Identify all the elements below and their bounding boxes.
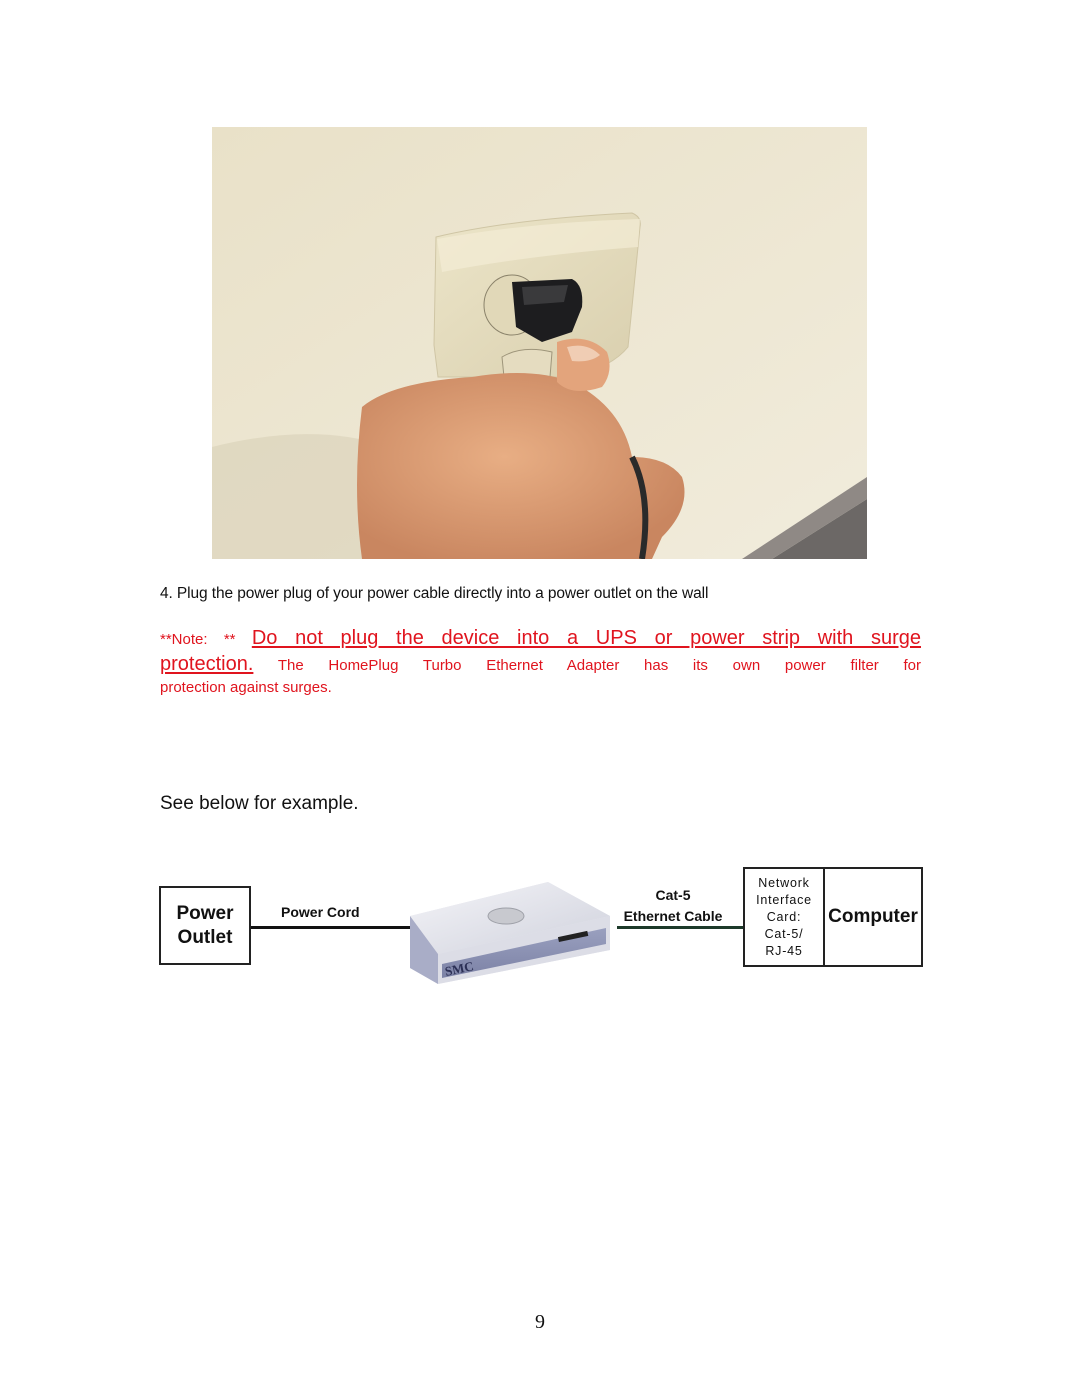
page-number: 9 (535, 1311, 545, 1333)
note-line-2: protection. The HomePlug Turbo Ethernet … (160, 652, 921, 678)
computer-box: Network Interface Card: Cat-5/ RJ-45 Com… (743, 867, 923, 967)
outlet-label-line1: Power (176, 902, 234, 924)
power-cord-line (251, 926, 416, 929)
smc-adapter-image: SMC (398, 872, 630, 997)
ethernet-label-line1: Cat-5 (655, 887, 691, 903)
see-below-text: See below for example. (160, 793, 359, 814)
note-line-1: **Note: ** Do not plug the device into a… (160, 626, 921, 652)
power-cord-label: Power Cord (281, 904, 360, 920)
nic-box: Network Interface Card: Cat-5/ RJ-45 (745, 869, 825, 965)
nic-line: Network (758, 875, 810, 890)
note-prefix: **Note: ** (160, 631, 252, 648)
note-explanation: The HomePlug Turbo Ethernet Adapter has … (253, 657, 921, 674)
nic-line: Card: (766, 909, 802, 924)
note-explanation-continued: protection against surges. (160, 679, 332, 696)
computer-label: Computer (828, 906, 918, 927)
nic-line: Cat-5/ (764, 926, 804, 941)
surge-protection-note: **Note: ** Do not plug the device into a… (160, 626, 921, 698)
nic-line: Interface (756, 892, 812, 907)
adapter-illustration: SMC (410, 882, 610, 984)
ethernet-cable-label: Cat-5 Ethernet Cable (614, 885, 732, 927)
note-warning-continued: protection. (160, 653, 254, 675)
power-outlet-box: Power Outlet (159, 886, 251, 965)
outlet-photo-illustration (212, 127, 867, 559)
outlet-photo (212, 127, 867, 559)
step-4-instruction: 4. Plug the power plug of your power cab… (160, 585, 709, 602)
nic-line: RJ-45 (765, 943, 803, 958)
note-warning: Do not plug the device into a UPS or pow… (251, 627, 921, 649)
ethernet-label-line2: Ethernet Cable (623, 908, 723, 924)
outlet-label-line2: Outlet (177, 926, 233, 948)
